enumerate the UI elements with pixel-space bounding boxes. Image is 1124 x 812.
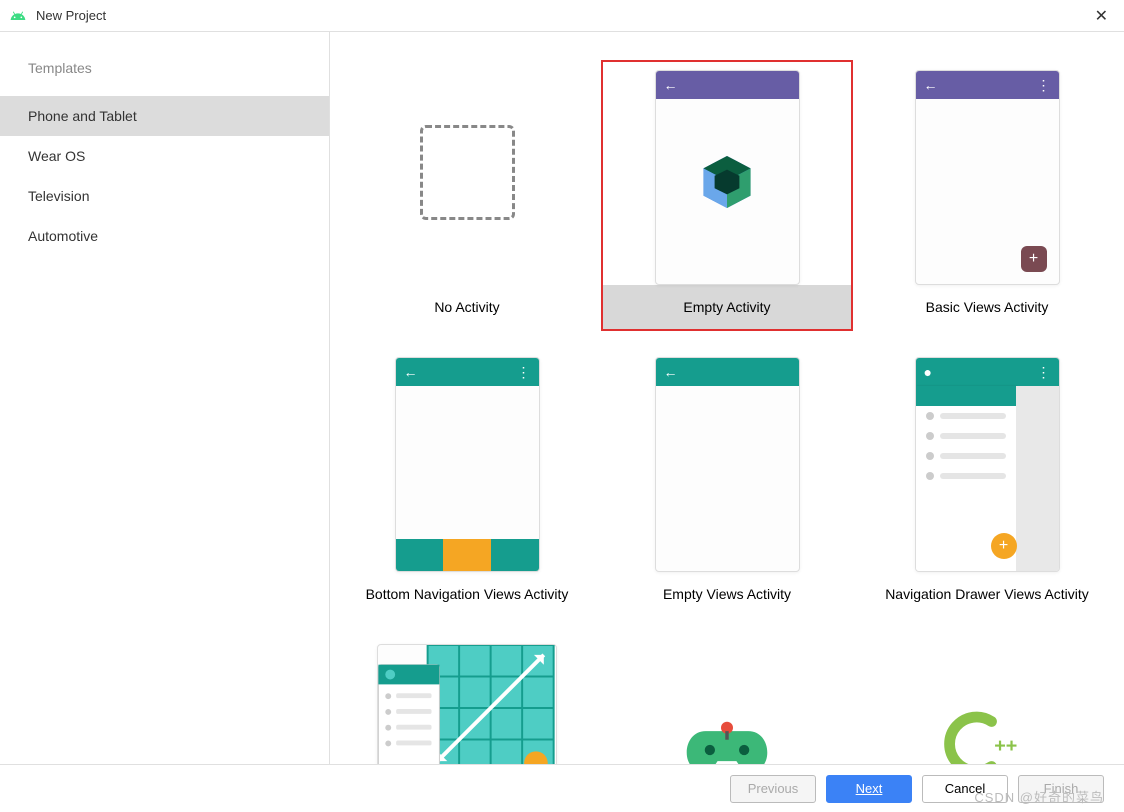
main: Templates Phone and Tablet Wear OS Telev…	[0, 32, 1124, 764]
preview-nav-drawer: ●⋮ +	[915, 357, 1060, 572]
template-grid: No Activity ← Empty Activity	[350, 62, 1104, 764]
more-icon: ⋮	[1037, 78, 1051, 92]
previous-button: Previous	[730, 775, 816, 803]
appbar: ←	[656, 71, 799, 99]
more-icon: ⋮	[1037, 365, 1051, 379]
template-card-bottom-nav[interactable]: ←⋮ Bottom Navigation Views Activity	[343, 349, 591, 616]
template-card-empty-activity[interactable]: ← Empty Activity	[603, 62, 851, 329]
sidebar-item-phone-tablet[interactable]: Phone and Tablet	[0, 96, 329, 136]
template-card-no-activity[interactable]: No Activity	[343, 62, 591, 329]
preview-empty-views: ←	[655, 357, 800, 572]
template-label: Bottom Navigation Views Activity	[343, 572, 591, 616]
template-label: Basic Views Activity	[863, 285, 1111, 329]
appbar: ←⋮	[396, 358, 539, 386]
template-card-cpp[interactable]: ++	[863, 636, 1111, 764]
dashed-box-icon	[420, 125, 515, 220]
finish-button: Finish	[1018, 775, 1104, 803]
template-label: Empty Views Activity	[603, 572, 851, 616]
sidebar-item-automotive[interactable]: Automotive	[0, 216, 329, 256]
preview-bottom-nav: ←⋮	[395, 357, 540, 572]
titlebar: New Project ✕	[0, 0, 1124, 32]
svg-text:++: ++	[994, 735, 1017, 757]
gamepad-icon	[682, 714, 772, 764]
more-icon: ⋮	[517, 365, 531, 379]
template-card-responsive[interactable]	[343, 636, 591, 764]
footer: Previous Next Cancel Finish	[0, 764, 1124, 812]
preview-cpp: ++	[915, 644, 1060, 764]
sidebar-item-label: Phone and Tablet	[28, 108, 137, 124]
template-label: Empty Activity	[603, 285, 851, 329]
back-arrow-icon: ←	[664, 365, 678, 379]
template-card-nav-drawer[interactable]: ●⋮ + Navigation Drawer Views Activity	[863, 349, 1111, 616]
template-card-game[interactable]	[603, 636, 851, 764]
sidebar-item-label: Automotive	[28, 228, 98, 244]
jetpack-compose-icon	[696, 151, 758, 213]
sidebar-item-wear-os[interactable]: Wear OS	[0, 136, 329, 176]
sidebar-header: Templates	[0, 60, 329, 96]
template-grid-container: No Activity ← Empty Activity	[330, 32, 1124, 764]
template-label: No Activity	[343, 285, 591, 329]
close-icon[interactable]: ✕	[1089, 6, 1114, 26]
preview-empty-activity: ←	[655, 70, 800, 285]
drawer-body	[916, 386, 1059, 571]
back-arrow-icon: ←	[924, 78, 938, 92]
next-button[interactable]: Next	[826, 775, 912, 803]
cancel-button[interactable]: Cancel	[922, 775, 1008, 803]
appbar: ←	[656, 358, 799, 386]
sidebar-item-television[interactable]: Television	[0, 176, 329, 216]
fab-icon: +	[991, 533, 1017, 559]
back-arrow-icon: ←	[404, 365, 418, 379]
bottom-nav-icon	[396, 539, 539, 571]
fab-icon: +	[1021, 246, 1047, 272]
appbar: ●⋮	[916, 358, 1059, 386]
appbar: ←⋮	[916, 71, 1059, 99]
window-title: New Project	[36, 8, 1089, 23]
preview-game	[655, 644, 800, 764]
cpp-icon: ++	[942, 709, 1032, 764]
sidebar: Templates Phone and Tablet Wear OS Telev…	[0, 32, 330, 764]
circle-icon: ●	[924, 365, 932, 379]
back-arrow-icon: ←	[664, 78, 678, 92]
android-icon	[10, 8, 26, 24]
sidebar-item-label: Television	[28, 188, 89, 204]
template-card-empty-views[interactable]: ← Empty Views Activity	[603, 349, 851, 616]
preview-no-activity	[395, 70, 540, 285]
responsive-layout-icon	[378, 645, 556, 764]
preview-basic-views: ←⋮ +	[915, 70, 1060, 285]
sidebar-item-label: Wear OS	[28, 148, 85, 164]
preview-responsive	[377, 644, 557, 764]
template-card-basic-views[interactable]: ←⋮ + Basic Views Activity	[863, 62, 1111, 329]
template-label: Navigation Drawer Views Activity	[863, 572, 1111, 616]
